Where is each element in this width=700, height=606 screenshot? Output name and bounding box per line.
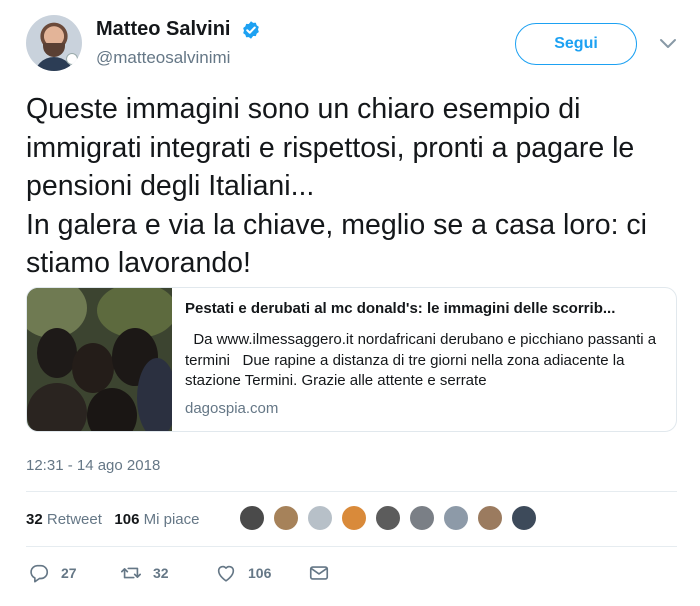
retweets-label: Retweet xyxy=(46,511,102,528)
card-image-shape xyxy=(27,383,87,431)
chevron-down-icon[interactable] xyxy=(659,38,677,50)
display-name[interactable]: Matteo Salvini xyxy=(96,18,230,41)
divider xyxy=(26,491,677,492)
message-icon xyxy=(309,566,329,580)
card-image xyxy=(27,288,172,431)
avatar-beard xyxy=(43,43,65,57)
card-description: Da www.ilmessaggero.it nordafricani deru… xyxy=(185,331,661,389)
liker-avatar[interactable] xyxy=(511,505,537,531)
liker-avatar[interactable] xyxy=(239,505,265,531)
tweet-text: Queste immagini sono un chiaro esempio d… xyxy=(26,93,647,279)
like-action[interactable]: 106 xyxy=(215,562,271,584)
verified-badge-icon xyxy=(243,21,259,39)
card-domain: dagospia.com xyxy=(185,399,279,417)
card-image-shape xyxy=(87,388,137,431)
liker-avatar[interactable] xyxy=(341,505,367,531)
liker-avatar[interactable] xyxy=(273,505,299,531)
reply-icon xyxy=(30,564,49,583)
retweets-count: 32 xyxy=(26,511,43,528)
reply-action[interactable]: 27 xyxy=(28,562,77,584)
likes-stat[interactable]: 106 Mi piace xyxy=(114,511,199,528)
link-card[interactable]: Pestati e derubati al mc donald's: le im… xyxy=(26,287,677,432)
liker-avatar[interactable] xyxy=(409,505,435,531)
engagement-stats: 32 Retweet 106 Mi piace xyxy=(26,511,199,528)
tweet: Matteo Salvini @matteosalvinimi Segui Qu… xyxy=(0,0,700,606)
avatar-badge-icon xyxy=(66,53,78,65)
likers-list xyxy=(239,505,545,533)
heart-icon xyxy=(217,565,235,582)
timestamp[interactable]: 12:31 - 14 ago 2018 xyxy=(26,457,160,474)
retweet-action[interactable]: 32 xyxy=(120,562,169,584)
retweet-count: 32 xyxy=(153,565,169,581)
likes-count: 106 xyxy=(114,511,140,528)
liker-avatar[interactable] xyxy=(307,505,333,531)
card-image-shape xyxy=(72,343,114,393)
avatar[interactable] xyxy=(26,15,82,71)
liker-avatar[interactable] xyxy=(477,505,503,531)
card-body: Pestati e derubati al mc donald's: le im… xyxy=(185,300,663,417)
like-count: 106 xyxy=(248,565,272,581)
card-image-shape xyxy=(137,358,172,431)
message-action[interactable] xyxy=(308,562,330,584)
follow-button[interactable]: Segui xyxy=(515,23,637,65)
likes-label: Mi piace xyxy=(143,511,200,528)
card-title[interactable]: Pestati e derubati al mc donald's: le im… xyxy=(185,300,663,320)
handle[interactable]: @matteosalvinimi xyxy=(96,48,230,68)
divider xyxy=(26,546,677,547)
retweets-stat[interactable]: 32 Retweet xyxy=(26,511,102,528)
card-image-shape xyxy=(37,328,77,378)
liker-avatar[interactable] xyxy=(375,505,401,531)
liker-avatar[interactable] xyxy=(443,505,469,531)
retweet-icon xyxy=(121,567,141,579)
reply-count: 27 xyxy=(61,565,77,581)
